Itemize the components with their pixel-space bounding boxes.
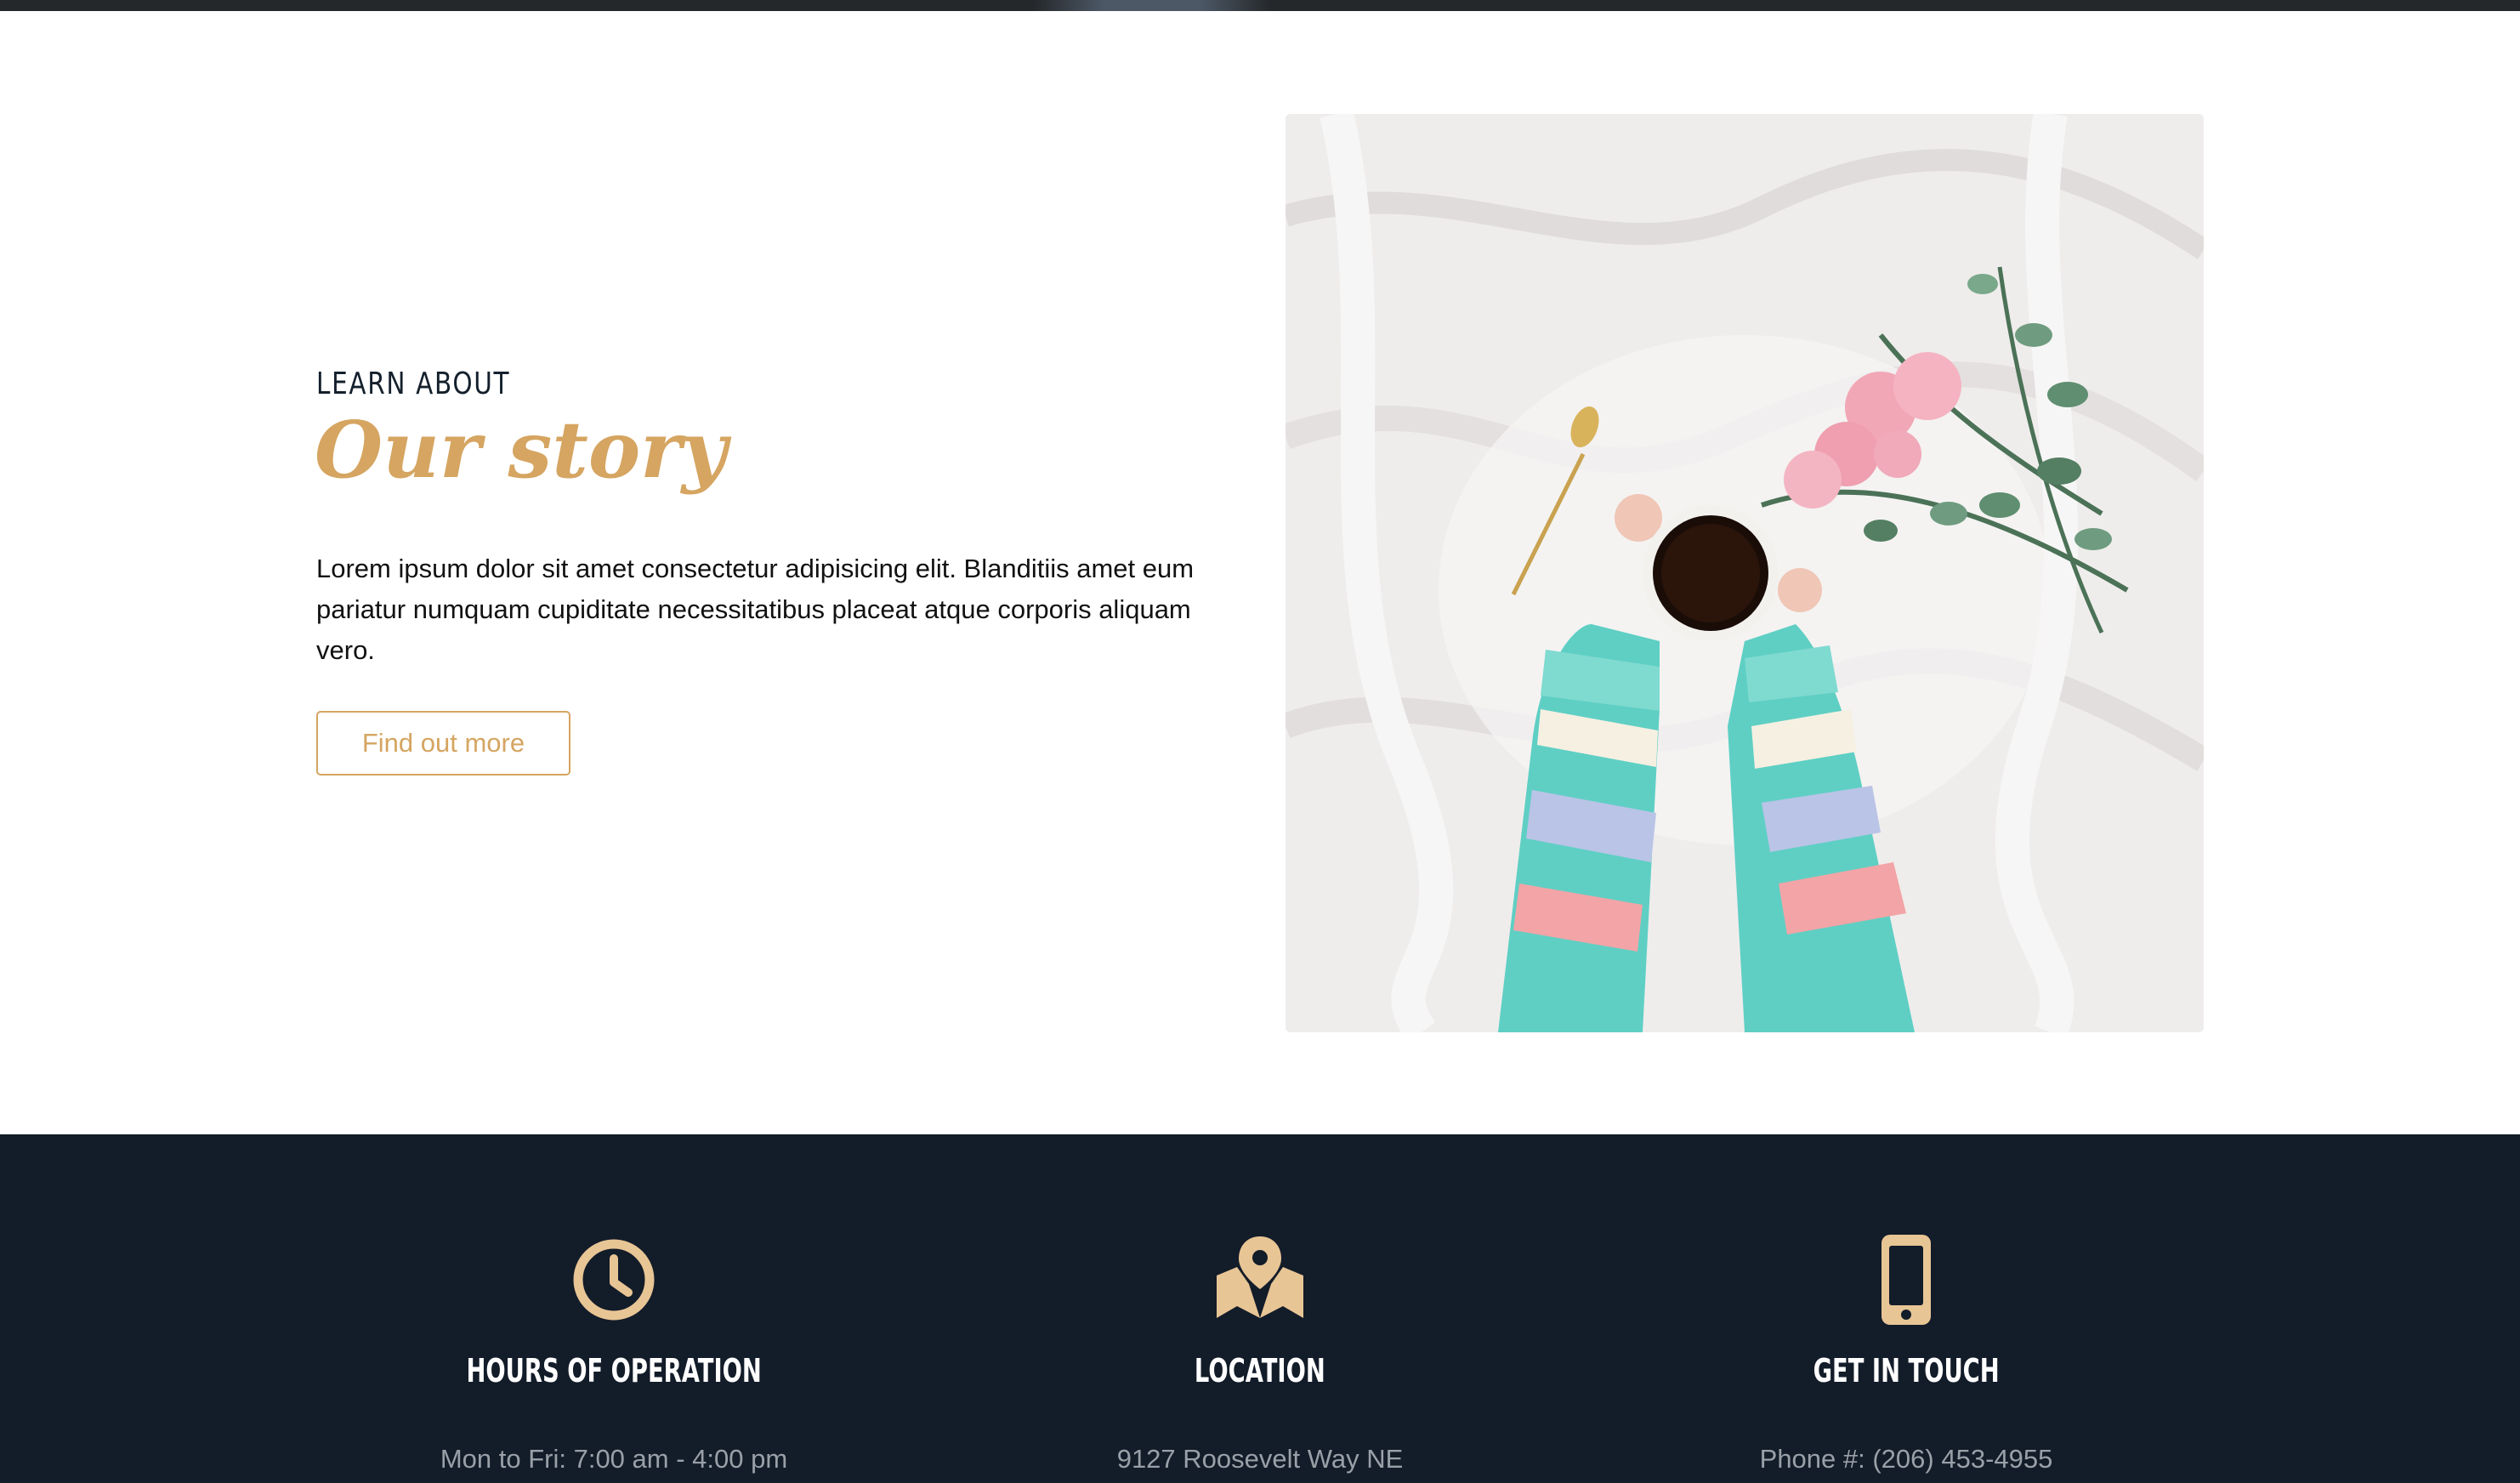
info-heading: HOURS OF OPERATION [466,1352,762,1389]
top-bar-image-edge [1033,0,1271,11]
section-body-text: Lorem ipsum dolor sit amet consectetur a… [316,554,1195,665]
info-text: Mon to Fri: 7:00 am - 4:00 pm [440,1444,788,1474]
section-title: Our story [315,404,728,496]
about-section: LEARN ABOUT Our story Lorem ipsum dolor … [0,11,2520,1134]
top-bar [0,0,2520,11]
info-heading: GET IN TOUCH [1813,1352,2000,1389]
info-text: 9127 Roosevelt Way NE [1116,1444,1404,1474]
info-column-location: LOCATION 9127 Roosevelt Way NE [937,1134,1583,1483]
clock-icon [567,1233,661,1327]
story-photo [1286,114,2204,1032]
mobile-phone-icon [1859,1233,1953,1327]
info-heading: LOCATION [1195,1352,1325,1389]
find-out-more-button[interactable]: Find out more [316,711,570,776]
info-text: Phone #: (206) 453-4955 [1759,1444,2053,1474]
info-column-hours: HOURS OF OPERATION Mon to Fri: 7:00 am -… [291,1134,937,1483]
info-column-contact: GET IN TOUCH Phone #: (206) 453-4955 [1583,1134,2229,1483]
map-marker-icon [1213,1233,1307,1327]
section-eyebrow: LEARN ABOUT [316,366,511,401]
info-footer: HOURS OF OPERATION Mon to Fri: 7:00 am -… [0,1134,2520,1483]
